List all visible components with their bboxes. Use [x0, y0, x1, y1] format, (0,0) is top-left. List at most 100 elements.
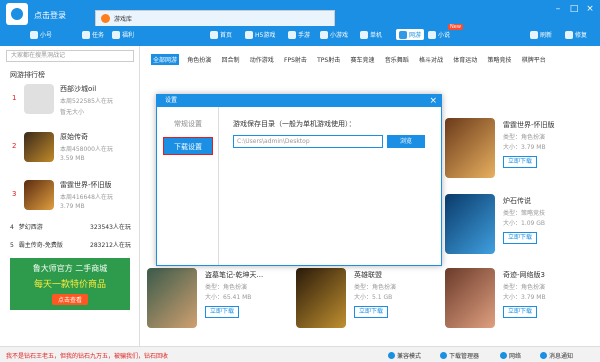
gamepad-icon: [320, 30, 328, 39]
top-nav: 小号 任务 福利 首页 H5游戏 手游 小游戏 单机 网游 小说 New 刷新 修…: [30, 24, 600, 45]
rank-item[interactable]: 2 原始传奇 本周458000人在玩 3.59 MB: [0, 128, 140, 178]
game-card[interactable]: 奇迹-网络版3 类型：角色扮演 大小：3.79 MB 立即下载: [445, 268, 585, 338]
gift-icon: [112, 30, 120, 39]
new-badge: New: [448, 24, 463, 30]
category-racing[interactable]: 赛车竞速: [348, 54, 376, 65]
tab-general-settings[interactable]: 常规设置: [163, 115, 213, 133]
nav-alt-account[interactable]: 小号: [30, 30, 52, 39]
game-card[interactable]: 英雄联盟 类型：角色扮演 大小：5.1 GB 立即下载: [296, 268, 436, 338]
download-button[interactable]: 立即下载: [205, 306, 239, 318]
game-card[interactable]: 炉石传说 类型：策略竞技 大小：1.09 GB 立即下载: [445, 194, 585, 264]
refresh-icon: [530, 30, 538, 39]
nav-online[interactable]: 网游: [396, 29, 425, 40]
category-all[interactable]: 全部网游: [151, 54, 180, 65]
category-action[interactable]: 动作游戏: [248, 54, 276, 65]
ad-view-button[interactable]: 点击查看: [51, 294, 88, 305]
rank-size: 暂无大小: [60, 109, 85, 116]
rank-size: 3.59 MB: [60, 155, 85, 162]
category-music[interactable]: 音乐舞蹈: [383, 54, 411, 65]
dialog-sidebar: 常规设置 下载设置: [157, 107, 219, 265]
rank-title: 网游排行榜: [10, 71, 45, 79]
refresh-button[interactable]: 刷新: [530, 30, 552, 39]
nav-home[interactable]: 首页: [210, 30, 232, 39]
download-button[interactable]: 立即下载: [503, 306, 537, 318]
rank-item[interactable]: 1 西部沙城oil 本周522585人在玩 暂无大小: [0, 80, 140, 130]
rank-players: 本周416648人在玩: [60, 194, 113, 201]
game-name: 雷霆世界-怀旧版: [503, 121, 555, 129]
search-input[interactable]: 大家都在搜黑洞战记: [6, 50, 134, 62]
rank-number: 2: [12, 142, 17, 150]
game-name: 炉石传说: [503, 197, 531, 205]
rank-size: 3.79 MB: [60, 203, 85, 210]
network-icon: [500, 352, 507, 359]
game-name: 奇迹-网络版3: [503, 271, 545, 279]
login-link[interactable]: 点击登录: [34, 10, 66, 21]
nav-h5[interactable]: H5游戏: [245, 30, 275, 39]
tab-download-settings[interactable]: 下载设置: [163, 137, 213, 155]
download-button[interactable]: 立即下载: [354, 306, 388, 318]
title-bar: 点击登录 游戏库 – □ × 小号 任务 福利 首页 H5游戏 手游 小游戏 单…: [0, 0, 600, 46]
game-thumbnail: [147, 268, 197, 328]
category-sports[interactable]: 体育运动: [451, 54, 479, 65]
home-icon: [210, 30, 218, 39]
game-size: 大小：65.41 MB: [205, 294, 252, 301]
ad-banner[interactable]: 鲁大师官方 二手商城 每天一款特价商品 点击查看: [10, 258, 130, 310]
compat-mode[interactable]: 兼容模式: [388, 351, 421, 360]
game-type: 类型：角色扮演: [503, 284, 546, 291]
category-rpg[interactable]: 角色扮演: [185, 54, 213, 65]
close-icon[interactable]: ×: [429, 95, 437, 107]
wrench-icon: [565, 30, 573, 39]
app-logo[interactable]: [6, 3, 28, 25]
sidebar: 大家都在搜黑洞战记 网游排行榜 1 西部沙城oil 本周522585人在玩 暂无…: [0, 46, 140, 346]
game-size: 大小：3.79 MB: [503, 294, 546, 301]
category-filter: 全部网游 角色扮演 回合制 动作游戏 FPS射击 TPS射击 赛车竞速 音乐舞蹈…: [151, 54, 591, 71]
game-type: 类型：角色扮演: [205, 284, 248, 291]
category-fighting[interactable]: 格斗对战: [417, 54, 445, 65]
game-thumbnail: [445, 194, 495, 254]
nav-mini-games[interactable]: 小游戏: [320, 30, 348, 39]
network-status[interactable]: 网络: [500, 351, 521, 360]
download-button[interactable]: 立即下载: [503, 156, 537, 168]
nav-welfare[interactable]: 福利: [112, 30, 134, 39]
rank-game-name: 原始传奇: [60, 133, 88, 141]
category-turn-based[interactable]: 回合制: [220, 54, 242, 65]
game-type: 类型：角色扮演: [354, 284, 397, 291]
tab-game-library[interactable]: 游戏库: [95, 10, 335, 26]
nav-mobile[interactable]: 手游: [288, 30, 310, 39]
message-notify[interactable]: 消息通知: [540, 351, 573, 360]
maximize-button[interactable]: □: [568, 4, 580, 14]
download-manager[interactable]: 下载管理器: [440, 351, 479, 360]
game-card[interactable]: 盗墓笔记-乾坤天... 类型：角色扮演 大小：65.41 MB 立即下载: [147, 268, 287, 338]
game-card[interactable]: 雷霆世界-怀旧版 类型：角色扮演 大小：3.79 MB 立即下载: [445, 118, 585, 188]
list-item[interactable]: 4 梦幻西游 323543人在玩: [10, 222, 135, 234]
category-strategy[interactable]: 策略竞技: [485, 54, 513, 65]
minimize-button[interactable]: –: [552, 4, 564, 14]
close-button[interactable]: ×: [584, 4, 596, 14]
category-board[interactable]: 棋牌平台: [520, 54, 548, 65]
rank-number: 3: [12, 190, 17, 198]
settings-dialog: 设置 × 常规设置 下载设置 游戏保存目录（一般为单机游戏使用）： C:\Use…: [156, 94, 442, 266]
download-button[interactable]: 立即下载: [503, 232, 537, 244]
game-name: 英雄联盟: [354, 271, 382, 279]
game-thumbnail: [445, 268, 495, 328]
tab-label: 游戏库: [114, 16, 133, 23]
download-icon: [440, 352, 447, 359]
game-thumbnail: [24, 132, 54, 162]
game-library-icon: [101, 14, 110, 23]
game-name: 盗墓笔记-乾坤天...: [205, 271, 264, 279]
nav-novel[interactable]: 小说 New: [428, 24, 463, 39]
repair-button[interactable]: 修复: [565, 30, 587, 39]
rank-item[interactable]: 3 雷霆世界-怀旧版 本周416648人在玩 3.79 MB: [0, 176, 140, 226]
browse-button[interactable]: 浏览: [387, 135, 425, 148]
game-thumbnail: [445, 118, 495, 178]
nav-standalone[interactable]: 单机: [360, 30, 382, 39]
nav-tasks[interactable]: 任务: [82, 30, 104, 39]
category-fps[interactable]: FPS射击: [282, 54, 309, 65]
category-tps[interactable]: TPS射击: [315, 54, 342, 65]
game-size: 大小：1.09 GB: [503, 220, 546, 227]
save-path-input[interactable]: C:\Users\admin\Desktop: [233, 135, 383, 148]
globe-icon: [399, 30, 407, 39]
ticker-text[interactable]: 我不是钻石王老五，但我的钻石九万五，被骗我们，钻石回收: [6, 351, 168, 360]
rank-players: 本周522585人在玩: [60, 98, 113, 105]
list-item[interactable]: 5 霸主传奇-免费版 283212人在玩: [10, 240, 135, 252]
